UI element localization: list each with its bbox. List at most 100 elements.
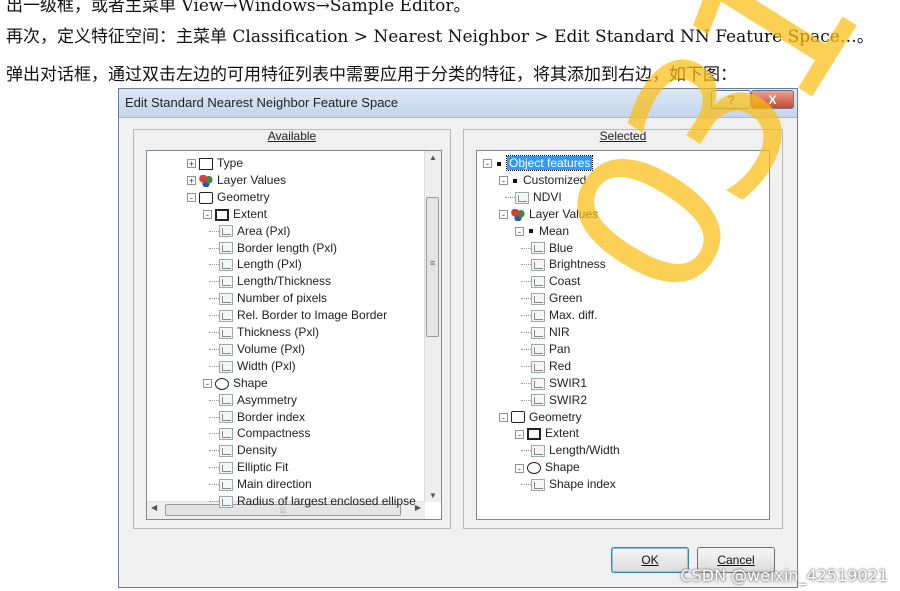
feature-icon [531, 343, 545, 356]
tree-connector [209, 281, 219, 283]
tree-item[interactable]: Border index [219, 409, 305, 425]
feature-icon [219, 343, 233, 356]
tree-connector [209, 399, 219, 401]
tree-item[interactable]: Rel. Border to Image Border [219, 307, 387, 323]
collapse-icon[interactable]: - [499, 176, 508, 186]
tree-item[interactable]: - Geometry [499, 409, 582, 425]
feature-icon [219, 428, 233, 441]
tree-item[interactable]: Brightness [531, 256, 606, 272]
tree-item[interactable]: Max. diff. [531, 307, 597, 323]
tree-item-label: Shape [233, 375, 268, 390]
collapse-icon[interactable]: - [499, 412, 508, 422]
tree-item-label: Customized [523, 172, 587, 187]
scroll-down-arrow-icon[interactable]: ▼ [425, 491, 441, 500]
layers-icon [199, 174, 213, 187]
collapse-icon[interactable]: - [203, 210, 212, 220]
tree-item-label: Geometry [217, 189, 270, 204]
available-label: Available [267, 129, 317, 143]
tree-item-label: Rel. Border to Image Border [237, 308, 388, 323]
tree-item[interactable]: + Layer Values [187, 172, 286, 188]
tree-item-label: Length/Width [549, 443, 620, 458]
tree-item[interactable]: Green [531, 290, 582, 306]
selected-tree[interactable]: - Object features - Customized NDVI - Layer Va… [476, 150, 770, 520]
available-tree[interactable]: ▲ ≡ ▼ ◀ ⦙⦙⦙ ▶ + Type + Layer Values - Geometr… [146, 150, 442, 520]
collapse-icon[interactable]: - [515, 226, 524, 236]
collapse-icon[interactable]: - [483, 159, 492, 169]
tree-item[interactable]: Area (Pxl) [219, 223, 290, 239]
collapse-icon[interactable]: - [187, 193, 196, 203]
collapse-icon[interactable]: - [515, 463, 524, 473]
tree-item[interactable]: Border length (Pxl) [219, 240, 337, 256]
tree-item-label: Elliptic Fit [237, 460, 289, 475]
close-button[interactable]: X [751, 90, 794, 109]
scroll-left-arrow-icon[interactable]: ◀ [151, 503, 157, 512]
tree-item[interactable]: Pan [531, 341, 570, 357]
tree-item[interactable]: Volume (Pxl) [219, 341, 305, 357]
tree-item[interactable]: Number of pixels [219, 290, 327, 306]
tree-connector [505, 196, 515, 198]
expand-icon[interactable]: + [187, 176, 196, 186]
tree-item[interactable]: Length/Thickness [219, 273, 331, 289]
tree-connector [209, 484, 219, 486]
tree-item[interactable]: Width (Pxl) [219, 358, 296, 374]
tree-item[interactable]: Main direction [219, 476, 312, 492]
tree-connector [209, 332, 219, 333]
dot-icon [497, 161, 501, 166]
help-button[interactable]: ? [711, 90, 751, 109]
tree-item[interactable]: Blue [531, 240, 573, 256]
feature-icon [219, 309, 233, 322]
tree-item[interactable]: Compactness [219, 425, 310, 441]
tree-item[interactable]: Thickness (Pxl) [219, 324, 319, 340]
tree-item-label: Compactness [237, 426, 311, 441]
tree-item[interactable]: - Geometry [187, 189, 270, 205]
scroll-up-arrow-icon[interactable]: ▲ [425, 153, 441, 162]
tree-item[interactable]: Coast [531, 273, 580, 289]
tree-item[interactable]: - Extent [203, 206, 267, 222]
tree-item-label: Layer Values [529, 206, 599, 221]
tree-item-label: Brightness [549, 257, 606, 272]
tree-item[interactable]: - Shape [203, 375, 268, 391]
tree-connector [521, 348, 531, 350]
available-vertical-scrollbar[interactable]: ▲ ≡ ▼ [424, 151, 441, 502]
selected-label: Selected [599, 129, 647, 143]
tree-connector [521, 264, 531, 266]
feature-icon [219, 495, 233, 508]
tree-item[interactable]: Length (Pxl) [219, 256, 302, 272]
tree-item[interactable]: Asymmetry [219, 392, 297, 408]
tree-item-label: Extent [545, 426, 580, 441]
tree-item-label: Mean [539, 223, 570, 238]
tree-item[interactable]: Shape index [531, 476, 616, 492]
vertical-scroll-thumb[interactable]: ≡ [426, 197, 439, 337]
collapse-icon[interactable]: - [515, 429, 524, 439]
collapse-icon[interactable]: - [203, 379, 212, 389]
tree-item[interactable]: SWIR1 [531, 375, 587, 391]
tree-item[interactable]: - Layer Values [499, 206, 598, 222]
tree-item[interactable]: - Mean [515, 223, 569, 239]
tree-item[interactable]: NDVI [515, 189, 562, 205]
collapse-icon[interactable]: - [499, 210, 508, 220]
tree-item[interactable]: - Extent [515, 425, 579, 441]
tree-item[interactable]: - Customized [499, 172, 586, 188]
dialog-titlebar[interactable]: Edit Standard Nearest Neighbor Feature S… [119, 89, 797, 118]
feature-icon [531, 445, 545, 458]
tree-item[interactable]: Radius of largest enclosed ellipse [219, 493, 416, 509]
feature-icon [219, 411, 233, 424]
dot-icon [513, 178, 517, 183]
feature-icon [531, 377, 545, 390]
tree-item-label: Max. diff. [549, 308, 598, 323]
tree-item[interactable]: SWIR2 [531, 392, 587, 408]
tree-item[interactable]: - Object features [483, 155, 594, 171]
tree-item-label: Border index [237, 409, 306, 424]
tree-item[interactable]: Length/Width [531, 442, 620, 458]
tree-item[interactable]: Red [531, 358, 571, 374]
tree-item[interactable]: NIR [531, 324, 570, 340]
tree-connector [209, 315, 219, 317]
tree-item[interactable]: + Type [187, 155, 243, 171]
tree-item[interactable]: Elliptic Fit [219, 459, 288, 475]
expand-icon[interactable]: + [187, 159, 196, 169]
ok-button[interactable]: OK [611, 547, 689, 573]
tree-item[interactable]: - Shape [515, 459, 580, 475]
geometry-icon [511, 411, 525, 424]
feature-icon [531, 478, 545, 491]
tree-item[interactable]: Density [219, 442, 277, 458]
